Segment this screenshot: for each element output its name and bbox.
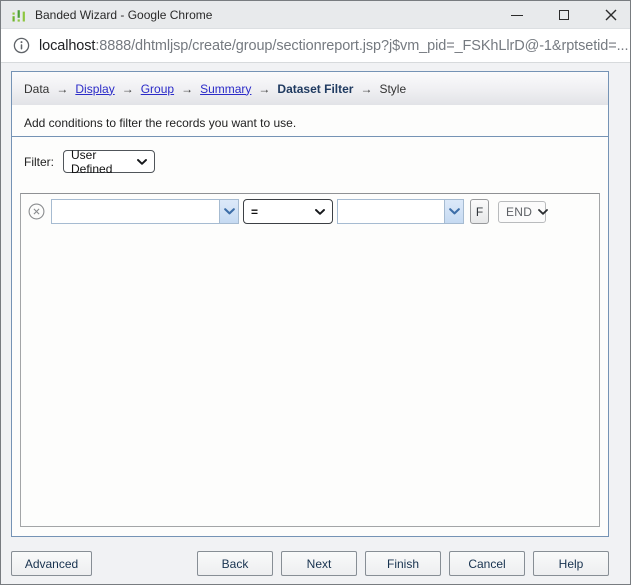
breadcrumb-step-summary[interactable]: Summary [200, 82, 251, 96]
maximize-icon[interactable] [557, 8, 571, 22]
window-controls [510, 1, 618, 29]
url-host: localhost [39, 38, 95, 54]
breadcrumb-step-style: Style [379, 82, 406, 96]
url-bar: localhost:8888/dhtmljsp/create/group/sec… [1, 29, 630, 63]
logic-selected-value: END [506, 205, 532, 219]
breadcrumb: Data → Display → Group → Summary → Datas… [12, 72, 608, 105]
condition-builder-box: = F END [20, 193, 600, 527]
help-button[interactable]: Help [533, 551, 609, 576]
breadcrumb-step-group[interactable]: Group [141, 82, 174, 96]
cancel-button[interactable]: Cancel [449, 551, 525, 576]
title-bar: Banded Wizard - Google Chrome [1, 1, 630, 29]
operator-select[interactable]: = [243, 199, 333, 224]
window-title: Banded Wizard - Google Chrome [35, 8, 212, 22]
arrow-separator-icon: → [360, 82, 372, 96]
breadcrumb-step-dataset-filter-current: Dataset Filter [277, 82, 353, 96]
operator-selected-value: = [251, 205, 258, 219]
finish-button[interactable]: Finish [365, 551, 441, 576]
browser-popup-window: Banded Wizard - Google Chrome localhost:… [0, 0, 631, 585]
field-combobox-value[interactable] [52, 200, 219, 223]
filter-type-row: Filter: User Defined [24, 150, 155, 173]
delete-condition-icon[interactable] [28, 203, 45, 220]
logic-select[interactable]: END [498, 201, 546, 223]
breadcrumb-step-data: Data [24, 82, 49, 96]
field-combobox[interactable] [51, 199, 239, 224]
arrow-separator-icon: → [56, 82, 68, 96]
field-dropdown-arrow-icon[interactable] [219, 200, 238, 223]
next-button[interactable]: Next [281, 551, 357, 576]
breadcrumb-step-display[interactable]: Display [75, 82, 114, 96]
back-button[interactable]: Back [197, 551, 273, 576]
value-combobox[interactable] [337, 199, 464, 224]
url-address[interactable]: localhost:8888/dhtmljsp/create/group/sec… [39, 38, 628, 54]
arrow-separator-icon: → [181, 82, 193, 96]
filter-label: Filter: [24, 155, 54, 169]
condition-row: = F END [21, 194, 599, 224]
value-dropdown-arrow-icon[interactable] [444, 200, 463, 223]
filter-type-select[interactable]: User Defined [63, 150, 155, 173]
close-icon[interactable] [604, 8, 618, 22]
advanced-button[interactable]: Advanced [11, 551, 92, 576]
value-combobox-value[interactable] [338, 200, 444, 223]
minimize-icon[interactable] [510, 8, 524, 22]
filter-type-selected-value: User Defined [71, 148, 131, 176]
arrow-separator-icon: → [122, 82, 134, 96]
formula-button[interactable]: F [470, 199, 489, 224]
page-info-icon[interactable] [13, 37, 30, 54]
step-description: Add conditions to filter the records you… [12, 105, 608, 137]
arrow-separator-icon: → [258, 82, 270, 96]
wizard-panel: Data → Display → Group → Summary → Datas… [11, 71, 609, 537]
url-path: :8888/dhtmljsp/create/group/sectionrepor… [95, 38, 628, 54]
app-chart-icon [11, 7, 27, 23]
